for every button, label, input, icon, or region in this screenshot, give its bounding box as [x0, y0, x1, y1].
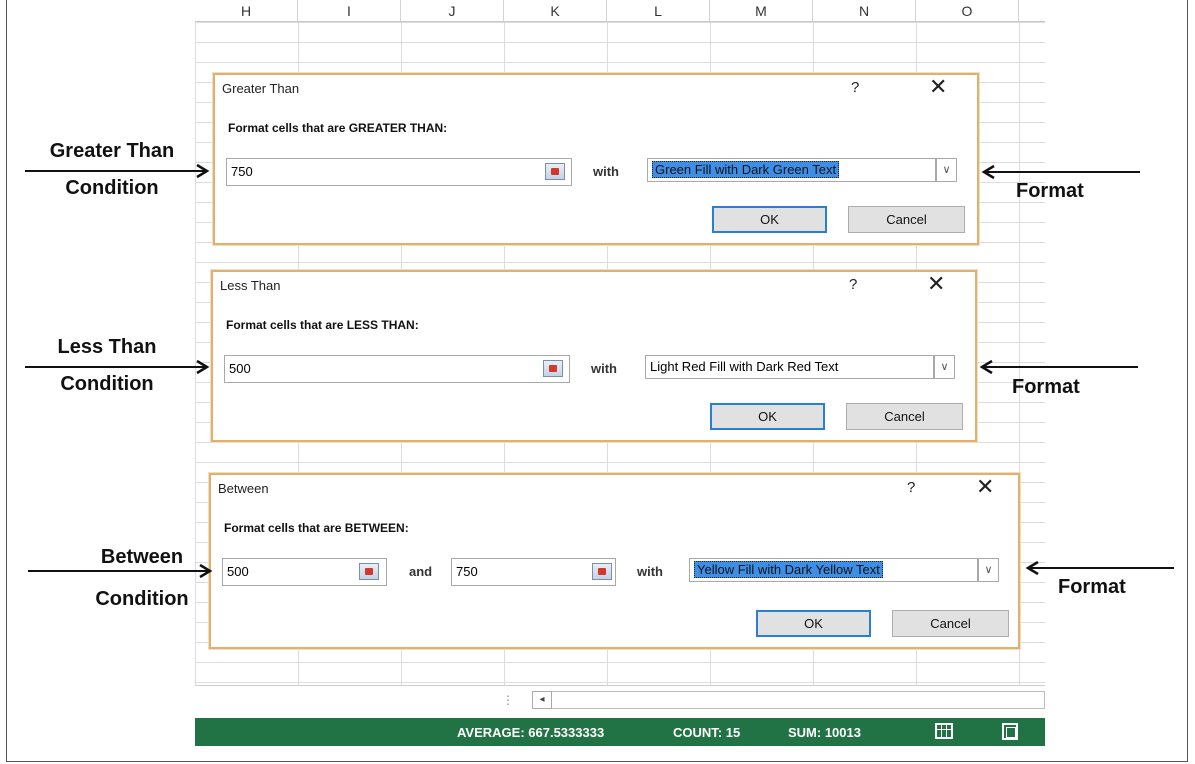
format-select-value: Yellow Fill with Dark Yellow Text: [694, 561, 883, 578]
column-header[interactable]: O: [916, 0, 1019, 21]
ok-button[interactable]: OK: [756, 610, 871, 637]
column-header[interactable]: N: [813, 0, 916, 21]
dialog-prompt: Format cells that are GREATER THAN:: [228, 121, 448, 135]
dialog-title: Less Than: [220, 278, 281, 293]
status-average: AVERAGE: 667.5333333: [457, 725, 605, 740]
sheet-split-handle[interactable]: ⋮: [502, 691, 514, 709]
cancel-button[interactable]: Cancel: [846, 403, 963, 430]
column-header[interactable]: M: [710, 0, 813, 21]
range-picker-icon[interactable]: [359, 563, 379, 580]
dialog-prompt: Format cells that are LESS THAN:: [226, 318, 419, 332]
value-input[interactable]: 500: [224, 355, 570, 383]
format-select[interactable]: Green Fill with Dark Green Text: [647, 158, 936, 182]
format-label: Format: [1012, 376, 1080, 398]
format-label: Format: [1016, 180, 1084, 202]
ok-button[interactable]: OK: [712, 206, 827, 233]
between-dialog: Between ? ✕ Format cells that are BETWEE…: [209, 473, 1020, 649]
right-arrow-icon: [28, 563, 213, 579]
horizontal-scroll-row: ⋮ ◂: [195, 685, 1045, 715]
cancel-button[interactable]: Cancel: [892, 610, 1009, 637]
scroll-left-arrow-icon[interactable]: ◂: [532, 691, 552, 709]
format-select[interactable]: Yellow Fill with Dark Yellow Text: [689, 558, 978, 582]
range-picker-icon[interactable]: [545, 163, 565, 180]
column-header[interactable]: H: [195, 0, 298, 21]
range-picker-icon[interactable]: [543, 360, 563, 377]
normal-view-icon[interactable]: [935, 723, 953, 739]
right-arrow-icon: [25, 359, 210, 375]
format-select-value: Light Red Fill with Dark Red Text: [650, 359, 839, 374]
and-label: and: [409, 564, 433, 579]
column-header[interactable]: J: [401, 0, 504, 21]
horizontal-scrollbar[interactable]: [552, 691, 1045, 709]
format-select[interactable]: Light Red Fill with Dark Red Text: [645, 355, 934, 379]
left-arrow-icon: [979, 359, 1138, 375]
ok-button[interactable]: OK: [710, 403, 825, 430]
with-label: with: [593, 164, 619, 179]
chevron-down-icon[interactable]: ∨: [978, 558, 999, 582]
greater-than-dialog: Greater Than ? ✕ Format cells that are G…: [213, 73, 979, 245]
value-input[interactable]: 750: [226, 158, 572, 186]
left-arrow-icon: [1025, 560, 1174, 576]
format-label: Format: [1058, 576, 1126, 598]
status-sum: SUM: 10013: [788, 725, 861, 740]
close-icon[interactable]: ✕: [927, 273, 945, 295]
column-header[interactable]: I: [298, 0, 401, 21]
with-label: with: [637, 564, 663, 579]
help-button[interactable]: ?: [907, 479, 915, 496]
left-arrow-icon: [981, 164, 1140, 180]
cancel-button[interactable]: Cancel: [848, 206, 965, 233]
right-arrow-icon: [25, 163, 210, 179]
range-picker-icon[interactable]: [592, 563, 612, 580]
status-bar: AVERAGE: 667.5333333 COUNT: 15 SUM: 1001…: [195, 718, 1045, 746]
column-header[interactable]: K: [504, 0, 607, 21]
dialog-title: Between: [218, 481, 269, 496]
less-than-dialog: Less Than ? ✕ Format cells that are LESS…: [211, 270, 977, 442]
column-header[interactable]: L: [607, 0, 710, 21]
close-icon[interactable]: ✕: [929, 76, 947, 98]
help-button[interactable]: ?: [851, 79, 859, 96]
help-button[interactable]: ?: [849, 276, 857, 293]
with-label: with: [591, 361, 617, 376]
close-icon[interactable]: ✕: [976, 476, 994, 498]
chevron-down-icon[interactable]: ∨: [936, 158, 957, 182]
status-count: COUNT: 15: [673, 725, 741, 740]
chevron-down-icon[interactable]: ∨: [934, 355, 955, 379]
dialog-prompt: Format cells that are BETWEEN:: [224, 521, 409, 535]
dialog-title: Greater Than: [222, 81, 300, 96]
format-select-value: Green Fill with Dark Green Text: [652, 161, 840, 178]
page-layout-view-icon[interactable]: [1002, 723, 1018, 740]
column-header-row: H I J K L M N O: [195, 0, 1045, 22]
